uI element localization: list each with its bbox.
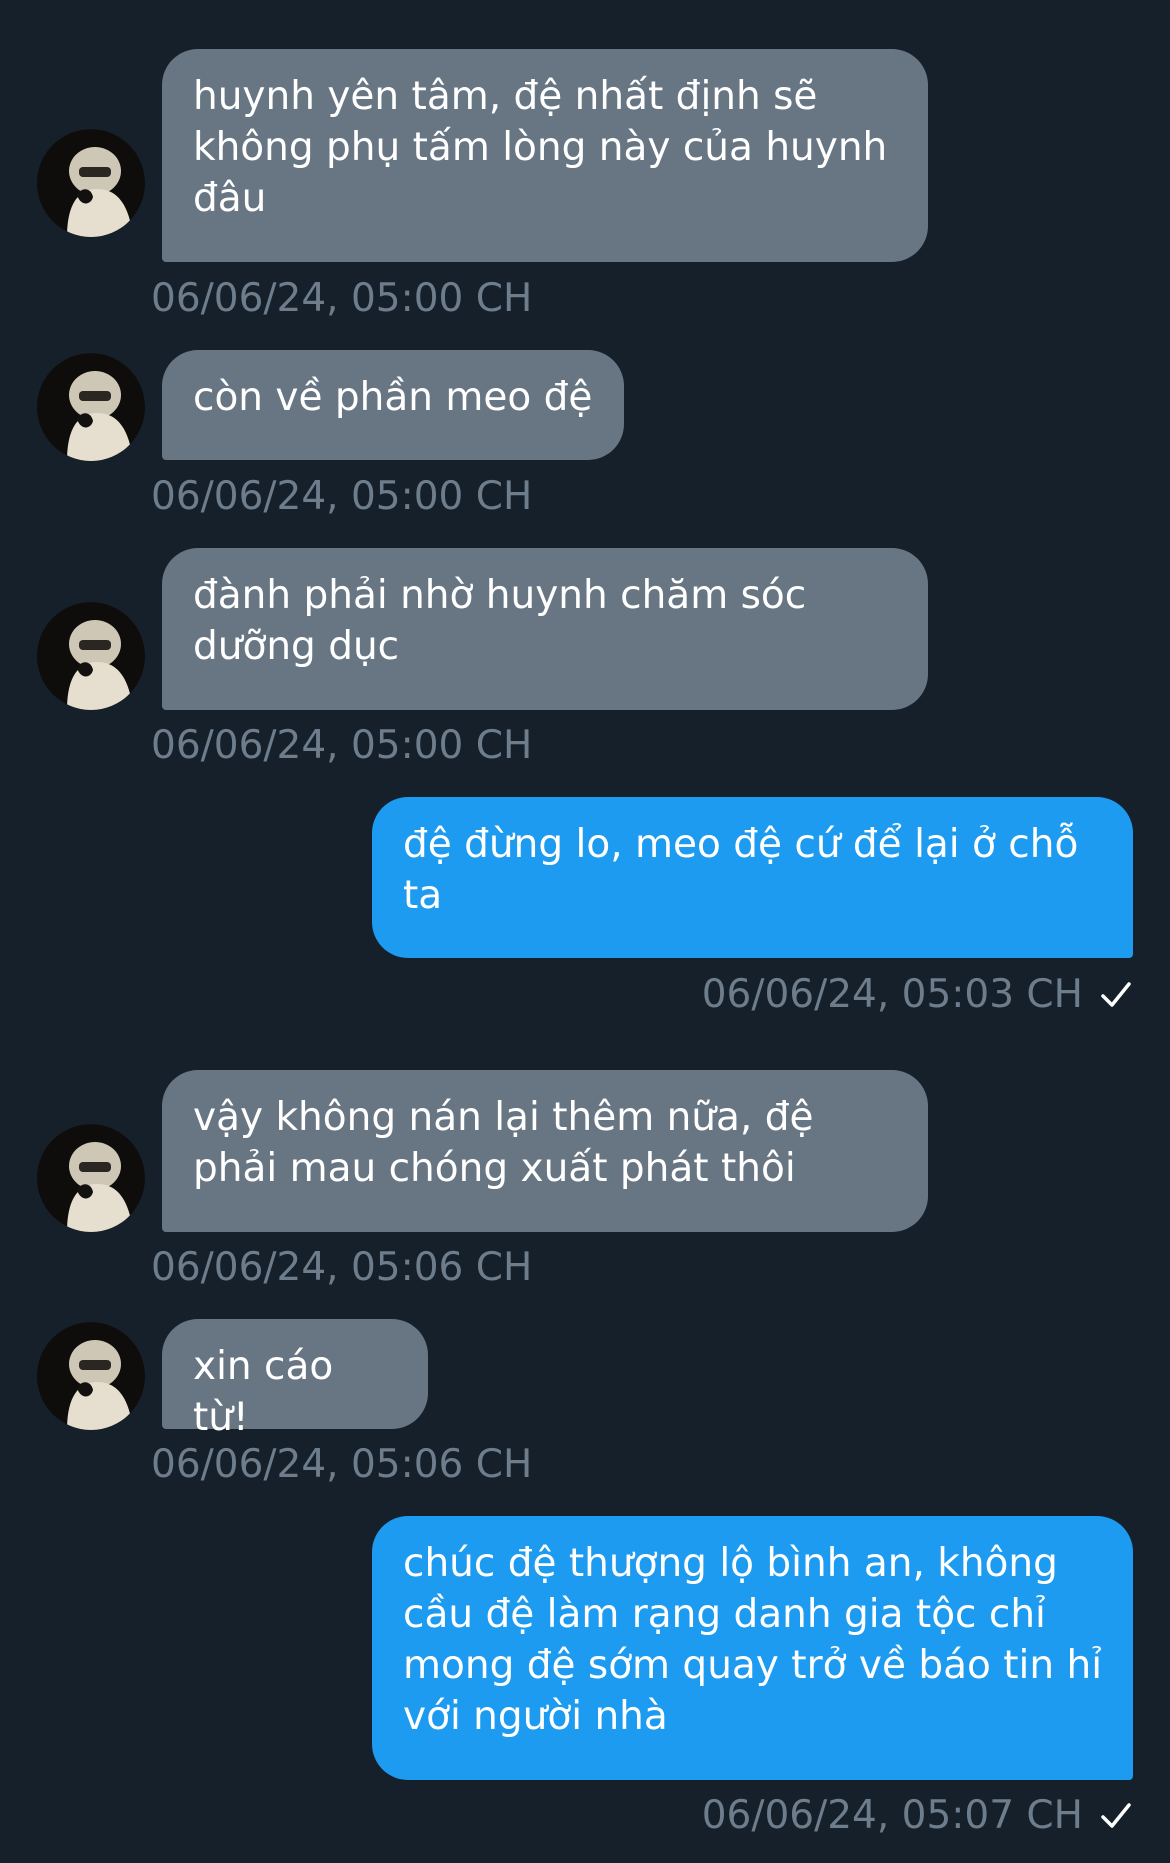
avatar[interactable] [37, 602, 145, 710]
sent-check-icon [1101, 982, 1131, 1007]
message-bubble[interactable]: chúc đệ thượng lộ bình an, không cầu đệ … [372, 1516, 1133, 1780]
message-bubble[interactable]: huynh yên tâm, đệ nhất định sẽ không phụ… [162, 49, 928, 262]
message-timestamp: 06/06/24, 05:07 CH [701, 1793, 1083, 1838]
chat-thread: huynh yên tâm, đệ nhất định sẽ không phụ… [0, 0, 1170, 1863]
avatar[interactable] [37, 353, 145, 461]
message-meta: 06/06/24, 05:03 CH [702, 971, 1133, 1019]
message-bubble[interactable]: đệ đừng lo, meo đệ cứ để lại ở chỗ ta [372, 797, 1133, 958]
message-timestamp: 06/06/24, 05:00 CH [151, 474, 533, 519]
message-timestamp: 06/06/24, 05:03 CH [701, 972, 1083, 1017]
avatar[interactable] [37, 1124, 145, 1232]
message-timestamp: 06/06/24, 05:06 CH [151, 1442, 533, 1487]
avatar-image [37, 353, 145, 461]
avatar-image [37, 1322, 145, 1430]
avatar-image [37, 602, 145, 710]
message-bubble[interactable]: vậy không nán lại thêm nữa, đệ phải mau … [162, 1070, 928, 1232]
message-bubble[interactable]: còn về phần meo đệ [162, 350, 624, 460]
message-bubble[interactable]: đành phải nhờ huynh chăm sóc dưỡng dục [162, 548, 928, 710]
message-timestamp: 06/06/24, 05:00 CH [151, 723, 533, 768]
message-timestamp: 06/06/24, 05:06 CH [151, 1245, 533, 1290]
message-meta: 06/06/24, 05:07 CH [702, 1792, 1133, 1840]
avatar-image [37, 1124, 145, 1232]
avatar[interactable] [37, 129, 145, 237]
message-timestamp: 06/06/24, 05:00 CH [151, 276, 533, 321]
avatar-image [37, 129, 145, 237]
avatar[interactable] [37, 1322, 145, 1430]
sent-check-icon [1101, 1803, 1131, 1828]
message-bubble[interactable]: xin cáo từ! [162, 1319, 428, 1440]
